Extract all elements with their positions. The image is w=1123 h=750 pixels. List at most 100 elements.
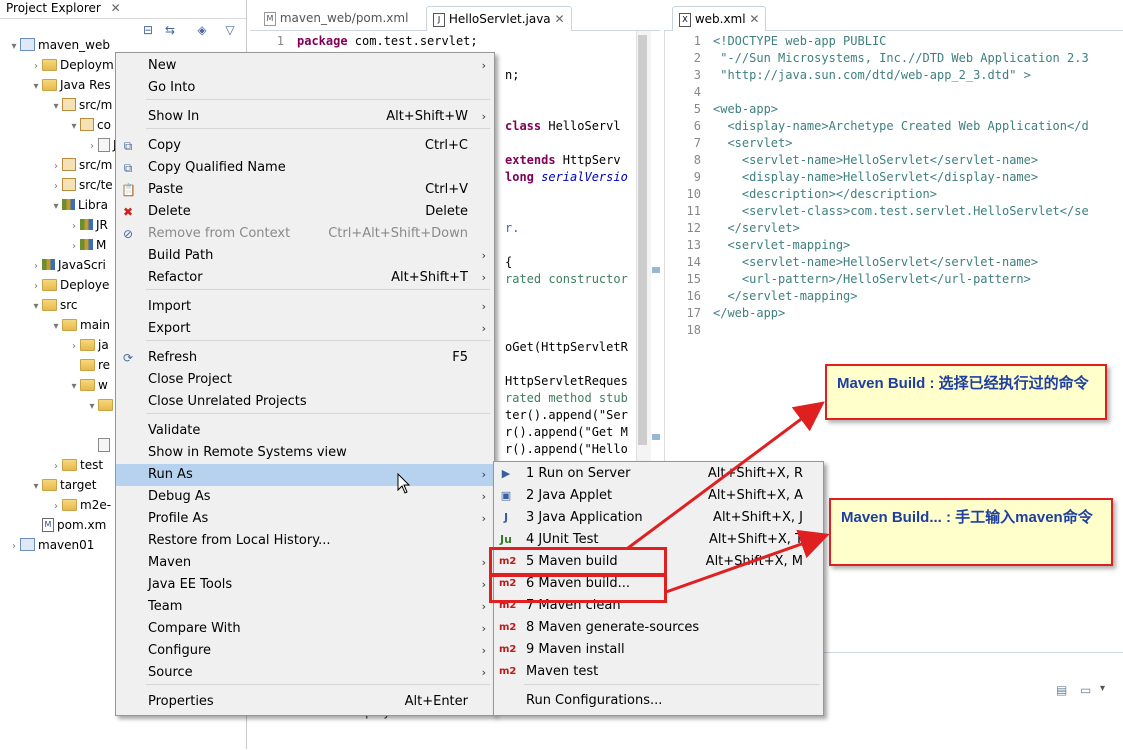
collapse-all-icon[interactable]: ⊟ [140, 22, 156, 38]
menu-item-show-in[interactable]: Show In Alt+Shift+W › [116, 106, 494, 128]
collapse-icon[interactable]: › [30, 57, 42, 77]
menu-item-run-as[interactable]: Run As › [116, 464, 494, 486]
tree-item[interactable]: › Deploye [30, 275, 109, 295]
menu-item-remove-from-context[interactable]: ⊘ Remove from Context Ctrl+Alt+Shift+Down [116, 223, 494, 245]
submenu-item-2-java-applet[interactable]: ▣ 2 Java Applet Alt+Shift+X, A [494, 485, 823, 507]
collapse-icon[interactable]: › [50, 177, 62, 197]
scrollbar-thumb[interactable] [638, 35, 647, 445]
collapse-icon[interactable]: › [68, 217, 80, 237]
expand-icon[interactable]: ▾ [50, 317, 62, 337]
focus-icon[interactable]: ◈ [194, 22, 210, 38]
expand-icon[interactable]: ▾ [50, 97, 62, 117]
menu-item-import[interactable]: Import › [116, 296, 494, 318]
tab-helloservlet-java[interactable]: J HelloServlet.java ✕ [426, 6, 572, 31]
submenu-item-maven-test[interactable]: m2 Maven test [494, 661, 823, 683]
menu-item-close-unrelated-projects[interactable]: Close Unrelated Projects [116, 391, 494, 413]
callout-maven-build: Maven Build : 选择已经执行过的命令 [825, 364, 1107, 420]
tree-item[interactable]: ▾ Libra [50, 195, 107, 217]
tree-item[interactable]: ▾ src [30, 295, 77, 317]
collapse-icon[interactable]: › [86, 137, 98, 157]
expand-icon[interactable]: ▾ [68, 377, 80, 397]
submenu-item-1-run-on-server[interactable]: ▶ 1 Run on Server Alt+Shift+X, R [494, 463, 823, 485]
menu-item-source[interactable]: Source › [116, 662, 494, 684]
menu-item-paste[interactable]: 📋 Paste Ctrl+V [116, 179, 494, 201]
tree-item[interactable]: ▾ w [68, 375, 107, 397]
display-console-icon[interactable]: ▭ [1080, 683, 1091, 697]
close-icon[interactable]: ✕ [749, 12, 759, 26]
tree-item[interactable]: › maven01 [8, 535, 94, 555]
collapse-icon[interactable]: › [50, 457, 62, 477]
submenu-item-3-java-application[interactable]: J 3 Java Application Alt+Shift+X, J [494, 507, 823, 529]
menu-item-maven[interactable]: Maven › [116, 552, 494, 574]
tab-web-xml[interactable]: X web.xml ✕ [672, 6, 767, 31]
tree-item[interactable]: re [68, 355, 110, 375]
collapse-icon[interactable]: › [30, 277, 42, 297]
menu-item-restore-from-local-history[interactable]: Restore from Local History... [116, 530, 494, 552]
menu-item-profile-as[interactable]: Profile As › [116, 508, 494, 530]
collapse-icon[interactable]: › [50, 157, 62, 177]
menu-item-debug-as[interactable]: Debug As › [116, 486, 494, 508]
menu-item-show-in-remote-systems-view[interactable]: Show in Remote Systems view [116, 442, 494, 464]
menu-item-copy[interactable]: ⧉ Copy Ctrl+C [116, 135, 494, 157]
tree-item[interactable]: › JavaScri [30, 255, 106, 275]
tree-item[interactable]: ▾ target [30, 475, 96, 497]
menu-item-configure[interactable]: Configure › [116, 640, 494, 662]
menu-item-properties[interactable]: Properties Alt+Enter [116, 691, 494, 713]
tree-item[interactable]: › test [50, 455, 103, 475]
menu-item-refresh[interactable]: ⟳ Refresh F5 [116, 347, 494, 369]
expand-icon[interactable]: ▾ [86, 397, 98, 417]
submenu-item-run-configurations[interactable]: Run Configurations... [494, 690, 823, 712]
menu-item-label: Paste [148, 182, 184, 197]
tree-item[interactable]: › src/te [50, 175, 113, 195]
menu-item-team[interactable]: Team › [116, 596, 494, 618]
chevron-down-icon[interactable]: ▾ [1100, 683, 1105, 694]
tree-item[interactable]: › Deploym [30, 55, 114, 75]
menu-item-validate[interactable]: Validate [116, 420, 494, 442]
collapse-icon[interactable]: › [68, 237, 80, 257]
expand-icon[interactable]: ▾ [30, 77, 42, 97]
menu-item-close-project[interactable]: Close Project [116, 369, 494, 391]
menu-item-compare-with[interactable]: Compare With › [116, 618, 494, 640]
collapse-icon[interactable]: › [50, 497, 62, 517]
tree-item[interactable]: ▾ co [68, 115, 111, 135]
tree-item[interactable]: › JR [68, 215, 108, 235]
tree-item[interactable]: › src/m [50, 155, 112, 175]
submenu-item-9-maven-install[interactable]: m2 9 Maven install [494, 639, 823, 661]
open-console-icon[interactable]: ▤ [1056, 683, 1067, 697]
tree-item[interactable]: › m2e- [50, 495, 111, 515]
menu-item-java-ee-tools[interactable]: Java EE Tools › [116, 574, 494, 596]
tree-item[interactable]: › ja [68, 335, 109, 355]
menu-item-go-into[interactable]: Go Into [116, 77, 494, 99]
submenu-item-8-maven-generate-sources[interactable]: m2 8 Maven generate-sources [494, 617, 823, 639]
expand-icon[interactable]: ▾ [50, 197, 62, 217]
menu-item-copy-qualified-name[interactable]: ⧉ Copy Qualified Name [116, 157, 494, 179]
expand-icon[interactable]: ▾ [8, 37, 20, 57]
collapse-icon[interactable]: › [30, 257, 42, 277]
close-icon[interactable]: ✕ [555, 12, 565, 26]
expand-icon[interactable]: ▾ [30, 297, 42, 317]
tree-item[interactable]: ▾ Java Res [30, 75, 110, 97]
view-menu-icon[interactable]: ▽ [222, 22, 238, 38]
close-icon[interactable]: ✕ [111, 1, 121, 15]
expand-icon[interactable]: ▾ [68, 117, 80, 137]
menu-item-new[interactable]: New › [116, 55, 494, 77]
menu-item-refactor[interactable]: Refactor Alt+Shift+T › [116, 267, 494, 289]
tree-item[interactable]: Mpom.xm [30, 515, 106, 535]
menu-item-delete[interactable]: ✖ Delete Delete [116, 201, 494, 223]
tree-item[interactable]: ▾ [86, 395, 116, 415]
expand-icon[interactable]: ▾ [30, 477, 42, 497]
menu-item-build-path[interactable]: Build Path › [116, 245, 494, 267]
tree-item[interactable]: ▾ maven_web [8, 35, 110, 55]
tab-project-explorer[interactable]: Project Explorer ✕ [6, 0, 121, 18]
link-with-editor-icon[interactable]: ⇆ [162, 22, 178, 38]
tree-item[interactable]: ▾ main [50, 315, 110, 335]
tab-pom-xml[interactable]: M maven_web/pom.xml [258, 6, 414, 30]
collapse-icon[interactable]: › [68, 337, 80, 357]
tree-item[interactable]: ▾ src/m [50, 95, 112, 115]
tree-item[interactable] [86, 435, 113, 455]
code-fragment: HttpServletReques [505, 374, 628, 388]
menu-item-export[interactable]: Export › [116, 318, 494, 340]
tree-item[interactable]: › M [68, 235, 106, 255]
tree-item[interactable]: ›J [86, 135, 117, 155]
collapse-icon[interactable]: › [8, 537, 20, 557]
